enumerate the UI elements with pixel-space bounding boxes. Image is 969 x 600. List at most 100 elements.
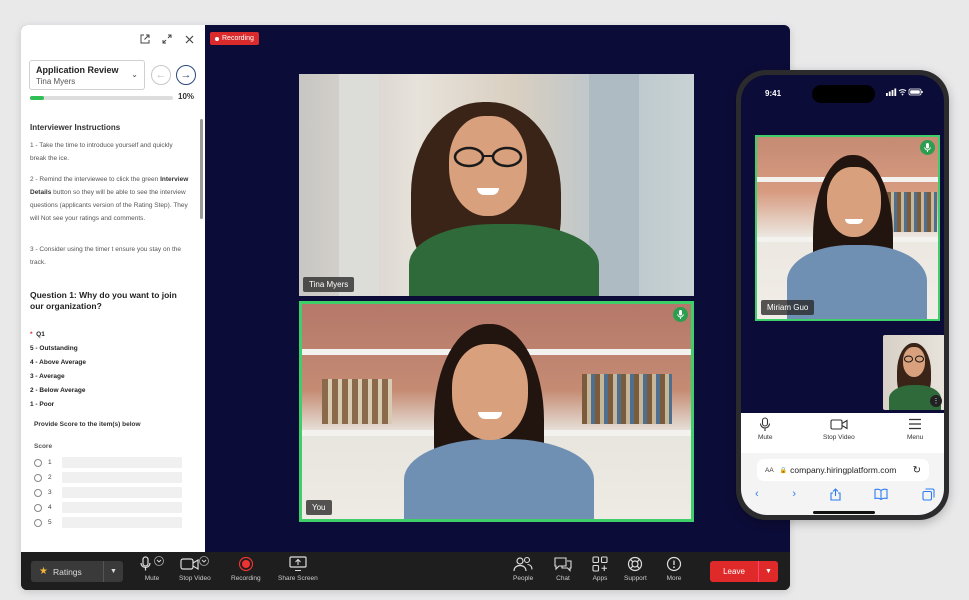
lock-icon: 🔒 [779,467,788,474]
score-option-1[interactable]: 1 [34,456,182,469]
rating-option: 2 - Below Average [30,387,86,394]
rating-scale: * Q1 5 - Outstanding 4 - Above Average 3… [30,328,86,412]
more-options-icon[interactable]: ⋮ [930,395,942,407]
people-icon [513,555,533,573]
phone-meeting-toolbar: Mute Stop Video Menu [741,413,944,453]
application-select[interactable]: Application Review Tina Myers ⌄ [29,60,145,90]
score-option-4[interactable]: 4 [34,501,182,514]
expand-icon[interactable] [159,31,175,47]
microphone-icon [759,416,771,432]
mobile-phone: 9:41 Miriam Guo ⋮ Mute Stop Video Menu A… [736,70,949,520]
rating-option: 1 - Poor [30,401,55,408]
arrow-left-icon: ← [155,69,167,81]
share-screen-button[interactable]: Share Screen [278,555,318,582]
participant-name-tag: You [306,500,332,515]
participant-face [827,167,881,237]
phone-stop-video-button[interactable]: Stop Video [823,416,855,441]
mute-button[interactable]: Mute [139,555,165,582]
rating-option: 4 - Above Average [30,359,86,366]
instruction-2: 2 - Remind the interviewee to click the … [30,176,189,222]
radio-button[interactable] [34,458,42,467]
more-icon [666,555,682,573]
apps-button[interactable]: Apps [592,555,608,582]
interview-panel: Application Review Tina Myers ⌄ ← → 10% … [21,25,205,552]
radio-button[interactable] [34,518,42,527]
radio-button[interactable] [34,473,42,482]
phone-mute-button[interactable]: Mute [758,416,772,441]
instruction-1: 1 - Take the time to introduce yourself … [30,142,173,162]
close-icon[interactable] [181,31,197,47]
apps-icon [592,555,608,573]
record-dot-icon [215,36,219,41]
instruction-3: 3 - Consider using the timer t ensure yo… [30,246,182,266]
rating-option: 3 - Average [30,373,65,380]
panel-window-controls [137,31,197,47]
video-camera-icon [180,555,210,573]
progress-label: 10% [178,92,195,101]
provide-score-label: Provide Score to the item(s) below [34,421,141,428]
select-title: Application Review [36,65,119,75]
reload-icon[interactable]: ↻ [913,465,921,476]
radio-button[interactable] [34,503,42,512]
glasses-icon [904,355,924,363]
share-icon[interactable] [830,488,841,504]
microphone-icon [673,307,688,322]
video-camera-icon [830,416,848,432]
popout-icon[interactable] [137,31,153,47]
meeting-toolbar: ★ Ratings ▼ Mute Stop Video Recording Sh… [21,552,790,590]
score-option-5[interactable]: 5 [34,516,182,529]
ratings-button[interactable]: ★ Ratings ▼ [31,561,123,582]
phone-menu-button[interactable]: Menu [907,416,923,441]
leave-button[interactable]: Leave ▼ [710,561,778,582]
support-button[interactable]: Support [624,555,647,582]
arrow-right-icon: → [180,69,192,81]
chat-button[interactable]: Chat [554,555,572,582]
forward-icon[interactable]: › [792,488,796,504]
progress-bar [30,96,173,100]
bookmarks-icon[interactable] [874,488,888,504]
chevron-down-icon[interactable]: ▼ [758,561,778,582]
share-screen-icon [289,555,307,573]
safari-bottom-bar: AA 🔒 company.hiringplatform.com ↻ ‹ › [741,453,944,515]
glasses-icon [453,146,523,168]
more-button[interactable]: More [666,555,682,582]
meeting-window: Application Review Tina Myers ⌄ ← → 10% … [21,25,790,590]
chevron-down-icon: ⌄ [131,70,138,79]
status-time: 9:41 [765,89,782,98]
previous-button[interactable]: ← [151,65,171,85]
microphone-icon [920,140,935,155]
people-button[interactable]: People [513,555,533,582]
video-tile-tina[interactable]: Tina Myers [299,74,694,296]
home-indicator [813,511,875,514]
score-label: Score [34,443,53,450]
signal-wifi-battery-icon [886,88,923,96]
question-title: Question 1: Why do you want to join our … [30,290,177,311]
video-tile-you[interactable]: You [299,301,694,522]
score-option-3[interactable]: 3 [34,486,182,499]
next-button[interactable]: → [176,65,196,85]
score-option-2[interactable]: 2 [34,471,182,484]
safari-nav-row: ‹ › [755,488,935,504]
chevron-down-icon[interactable]: ▼ [103,561,123,582]
panel-scrollbar[interactable] [200,119,203,219]
address-bar[interactable]: AA 🔒 company.hiringplatform.com ↻ [757,459,929,481]
phone-self-view-tile[interactable]: ⋮ [883,335,944,410]
reader-aa-button[interactable]: AA [765,467,774,474]
record-icon [238,555,254,573]
stop-video-button[interactable]: Stop Video [179,555,211,582]
rating-option: 5 - Outstanding [30,345,78,352]
status-icons [886,88,924,98]
chat-icon [554,555,572,573]
recording-badge: Recording [210,32,259,45]
microphone-icon [139,555,165,573]
phone-video-tile-miriam[interactable]: Miriam Guo [755,135,940,321]
tabs-icon[interactable] [922,488,935,504]
back-icon[interactable]: ‹ [755,488,759,504]
hamburger-menu-icon [908,416,922,432]
star-icon: ★ [39,566,48,577]
recording-button[interactable]: Recording [231,555,261,582]
radio-button[interactable] [34,488,42,497]
participant-name-tag: Miriam Guo [761,300,815,315]
url-text: company.hiringplatform.com [790,465,897,475]
rating-q-label: * Q1 [30,331,45,338]
